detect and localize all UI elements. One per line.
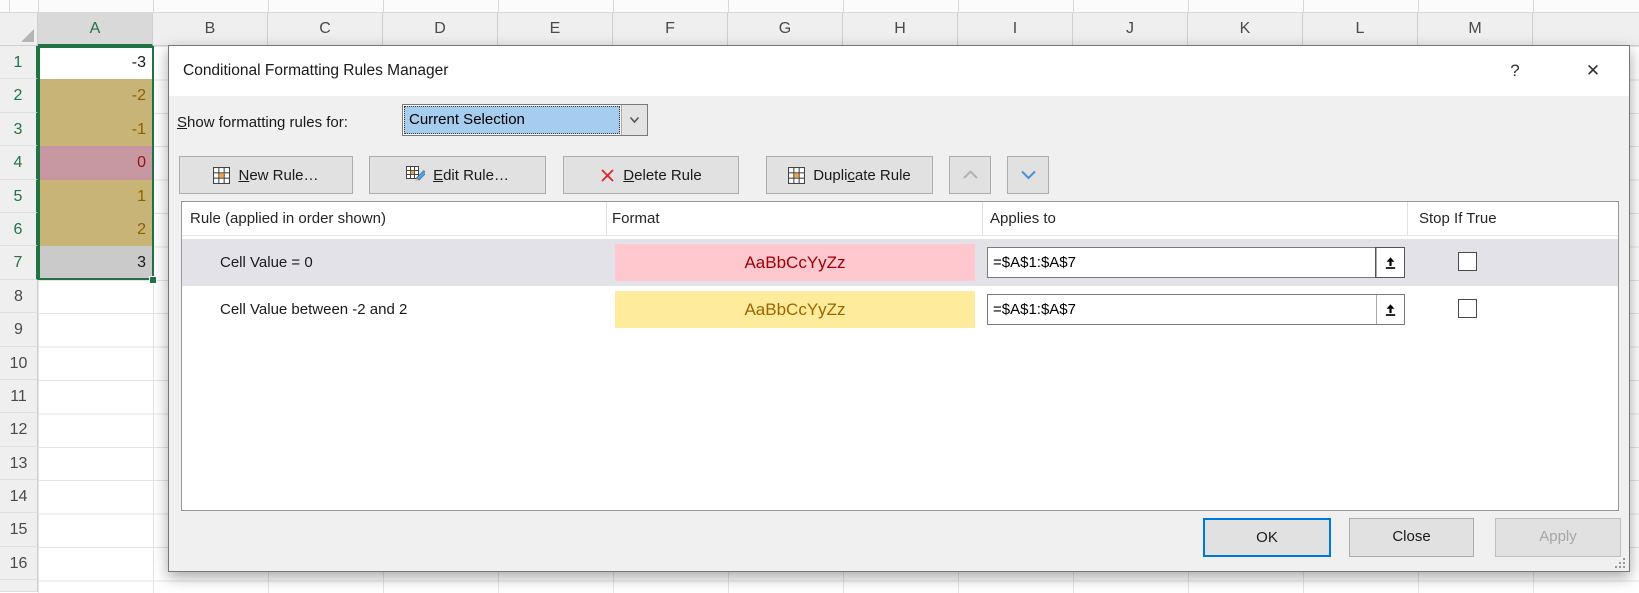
column-header-J[interactable]: J: [1073, 13, 1188, 46]
rule-name: Cell Value between -2 and 2: [220, 286, 407, 333]
table-grid-icon: [213, 167, 230, 184]
column-header-I[interactable]: I: [958, 13, 1073, 46]
row-header-6[interactable]: 6: [0, 213, 38, 246]
fill-handle[interactable]: [149, 276, 157, 284]
column-header-H[interactable]: H: [843, 13, 958, 46]
scope-dropdown-value[interactable]: Current Selection: [404, 106, 620, 134]
rule-row-2[interactable]: Cell Value between -2 and 2 AaBbCcYyZz: [182, 286, 1618, 333]
chevron-down-icon: [1020, 167, 1037, 184]
row-header-partial: [0, 580, 38, 592]
applies-to-input[interactable]: [988, 295, 1376, 324]
applies-to-field: [987, 247, 1405, 278]
applies-to-input[interactable]: [988, 248, 1376, 277]
resize-grip-icon[interactable]: [1614, 556, 1626, 568]
column-header-L[interactable]: L: [1303, 13, 1418, 46]
stop-if-true-checkbox[interactable]: [1458, 299, 1477, 318]
row-header-14[interactable]: 14: [0, 480, 38, 513]
delete-rule-label: Delete Rule: [623, 167, 701, 184]
chevron-up-icon: [962, 167, 979, 184]
sheet-top-strip: [0, 0, 1639, 13]
close-icon[interactable]: ✕: [1573, 46, 1613, 96]
apply-button[interactable]: Apply: [1495, 518, 1621, 557]
row-header-13[interactable]: 13: [0, 447, 38, 480]
row-header-12[interactable]: 12: [0, 413, 38, 446]
cell-A1[interactable]: -3: [39, 46, 153, 79]
excel-window: ABCDEFGHIJKLM 12345678910111213141516 -3…: [0, 0, 1639, 593]
cell-A7[interactable]: 3: [39, 246, 153, 279]
column-header-D[interactable]: D: [383, 13, 498, 46]
column-header-B[interactable]: B: [153, 13, 268, 46]
cell-A2[interactable]: -2: [39, 79, 153, 112]
column-header-C[interactable]: C: [268, 13, 383, 46]
collapse-dialog-icon[interactable]: [1376, 248, 1404, 277]
row-header-5[interactable]: 5: [0, 180, 38, 213]
column-header-M[interactable]: M: [1418, 13, 1533, 46]
select-all-corner[interactable]: [0, 13, 38, 46]
rule-name: Cell Value = 0: [220, 239, 313, 286]
table-grid-icon: [788, 167, 805, 184]
column-header-E[interactable]: E: [498, 13, 613, 46]
row-header-9[interactable]: 9: [0, 313, 38, 346]
column-headers: ABCDEFGHIJKLM: [0, 13, 1639, 46]
applies-to-col-header: Applies to: [990, 202, 1056, 235]
dialog-titlebar[interactable]: Conditional Formatting Rules Manager ? ✕: [169, 46, 1629, 96]
row-header-1[interactable]: 1: [0, 46, 38, 79]
scope-dropdown[interactable]: Current Selection: [402, 104, 648, 136]
cell-A3[interactable]: -1: [39, 113, 153, 146]
edit-rule-button[interactable]: Edit Rule…: [369, 156, 546, 194]
cell-A6[interactable]: 2: [39, 213, 153, 246]
scope-label: Show formatting rules for:: [177, 114, 348, 131]
select-all-triangle-icon: [21, 29, 34, 42]
cell-A4[interactable]: 0: [39, 146, 153, 179]
close-button[interactable]: Close: [1349, 518, 1474, 557]
dialog-title: Conditional Formatting Rules Manager: [183, 46, 448, 96]
ok-button[interactable]: OK: [1203, 518, 1331, 557]
column-header-A[interactable]: A: [38, 13, 153, 46]
duplicate-rule-label: Duplicate Rule: [813, 167, 911, 184]
conditional-formatting-rules-manager-dialog: Conditional Formatting Rules Manager ? ✕…: [168, 45, 1630, 572]
column-divider: [1407, 202, 1408, 235]
column-divider: [606, 202, 607, 235]
applies-to-field: [987, 294, 1405, 325]
rule-row-1[interactable]: Cell Value = 0 AaBbCcYyZz: [182, 239, 1618, 286]
duplicate-rule-button[interactable]: Duplicate Rule: [766, 156, 933, 194]
row-header-2[interactable]: 2: [0, 79, 38, 112]
help-icon[interactable]: ?: [1497, 46, 1533, 96]
collapse-dialog-icon[interactable]: [1376, 295, 1404, 324]
row-header-11[interactable]: 11: [0, 380, 38, 413]
row-header-8[interactable]: 8: [0, 280, 38, 313]
format-preview: AaBbCcYyZz: [615, 291, 975, 328]
chevron-down-icon[interactable]: [621, 105, 647, 135]
header-separator: [182, 235, 1618, 236]
edit-rule-label: Edit Rule…: [433, 167, 509, 184]
column-header-filler: [1533, 13, 1639, 46]
move-rule-down-button[interactable]: [1007, 156, 1049, 194]
rules-list: Rule (applied in order shown) Format App…: [181, 201, 1619, 511]
column-header-F[interactable]: F: [613, 13, 728, 46]
row-header-10[interactable]: 10: [0, 347, 38, 380]
move-rule-up-button[interactable]: [949, 156, 991, 194]
column-divider: [982, 202, 983, 235]
rules-col-header: Rule (applied in order shown): [190, 202, 386, 235]
row-header-4[interactable]: 4: [0, 146, 38, 179]
stop-if-true-col-header: Stop If True: [1419, 202, 1497, 235]
new-rule-button[interactable]: New Rule…: [179, 156, 353, 194]
new-rule-label: New Rule…: [238, 167, 318, 184]
row-headers: 12345678910111213141516: [0, 46, 38, 592]
format-col-header: Format: [612, 202, 660, 235]
table-pencil-icon: [406, 166, 425, 185]
cell-A5[interactable]: 1: [39, 180, 153, 213]
row-header-3[interactable]: 3: [0, 113, 38, 146]
row-header-15[interactable]: 15: [0, 513, 38, 546]
stop-if-true-checkbox[interactable]: [1458, 252, 1477, 271]
row-header-16[interactable]: 16: [0, 547, 38, 580]
row-header-7[interactable]: 7: [0, 246, 38, 279]
format-preview: AaBbCcYyZz: [615, 244, 975, 281]
red-x-icon: [600, 168, 615, 183]
column-header-G[interactable]: G: [728, 13, 843, 46]
column-header-K[interactable]: K: [1188, 13, 1303, 46]
delete-rule-button[interactable]: Delete Rule: [563, 156, 739, 194]
